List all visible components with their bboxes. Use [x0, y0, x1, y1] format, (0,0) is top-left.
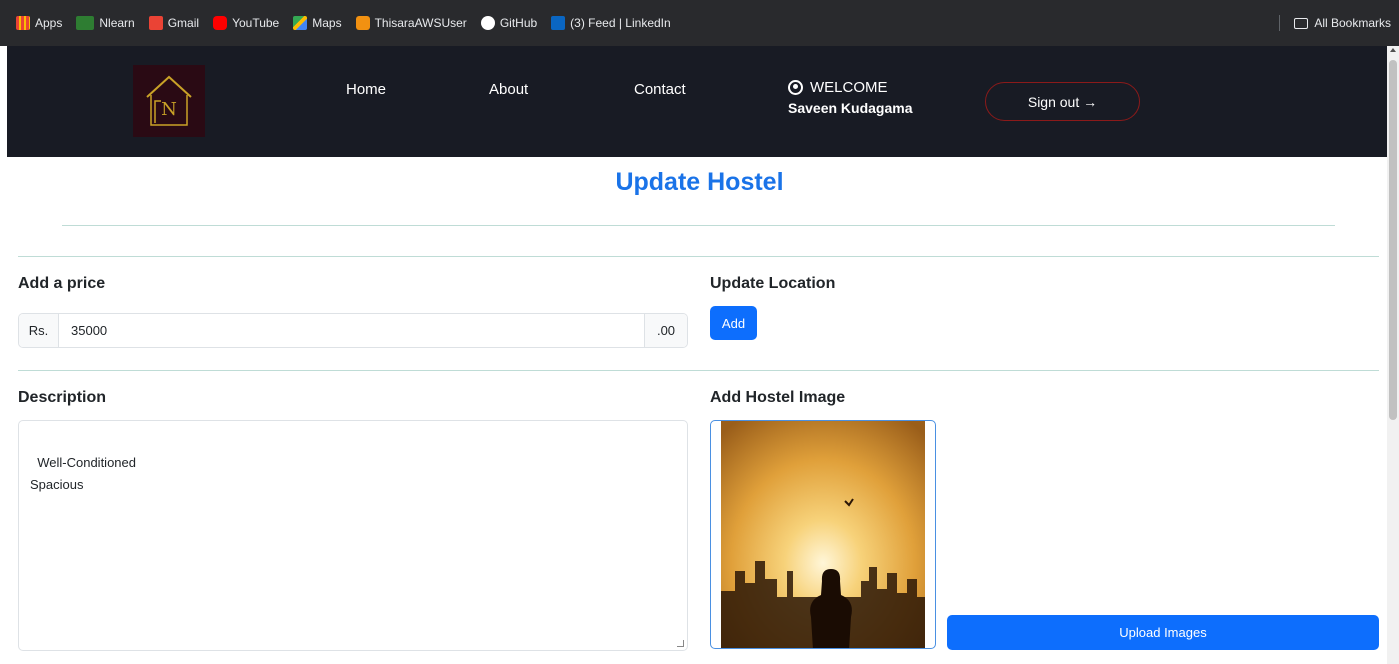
user-name: Saveen Kudagama	[788, 100, 913, 116]
welcome-text: WELCOME	[810, 79, 888, 96]
bookmark-apps[interactable]: Apps	[16, 16, 62, 30]
divider	[18, 256, 1379, 257]
bookmark-label: GitHub	[499, 16, 538, 30]
image-label: Add Hostel Image	[710, 389, 846, 406]
maps-icon	[293, 16, 308, 30]
location-label: Update Location	[710, 275, 836, 292]
bookmark-label: Maps	[312, 16, 342, 30]
page-scrollbar[interactable]	[1387, 46, 1399, 664]
sign-out-button[interactable]: Sign out →	[985, 82, 1140, 121]
bookmark-label: Gmail	[167, 16, 200, 30]
scroll-up-arrow-icon[interactable]	[1390, 48, 1396, 52]
nav-about[interactable]: About	[489, 81, 528, 98]
all-bookmarks-button[interactable]: All Bookmarks	[1294, 16, 1391, 30]
bookmark-maps[interactable]: Maps	[293, 16, 342, 30]
user-circle-icon	[788, 80, 803, 95]
resize-grip-icon[interactable]	[677, 640, 684, 647]
folder-icon	[1294, 17, 1309, 29]
bookmark-youtube[interactable]: YouTube	[213, 16, 279, 30]
linkedin-icon	[551, 16, 566, 30]
hostel-image-preview[interactable]	[710, 420, 936, 649]
bookmark-label: (3) Feed | LinkedIn	[570, 16, 671, 30]
description-label: Description	[18, 389, 107, 406]
nav-home[interactable]: Home	[346, 81, 386, 98]
house-logo-icon: N	[146, 75, 192, 126]
aws-icon	[355, 16, 370, 30]
bookmark-gmail[interactable]: Gmail	[148, 16, 200, 30]
bookmark-label: Nlearn	[99, 16, 135, 30]
nav-contact[interactable]: Contact	[634, 81, 686, 98]
divider	[1279, 15, 1281, 31]
bookmark-label: Apps	[35, 16, 63, 30]
gmail-icon	[148, 16, 163, 30]
bookmark-label: ThisaraAWSUser	[374, 16, 467, 30]
navbar: N Home About Contact WELCOME Saveen Kuda…	[7, 46, 1387, 157]
price-suffix: .00	[644, 314, 687, 347]
price-input[interactable]	[59, 314, 644, 347]
add-location-button[interactable]: Add	[710, 306, 757, 340]
logo-letter: N	[161, 99, 177, 120]
scroll-thumb[interactable]	[1389, 60, 1397, 420]
youtube-icon	[213, 16, 228, 30]
github-icon	[480, 16, 495, 30]
welcome-block: WELCOME Saveen Kudagama	[788, 79, 913, 116]
bookmark-aws[interactable]: ThisaraAWSUser	[355, 16, 467, 30]
price-label: Add a price	[18, 275, 106, 292]
apps-grid-icon	[16, 16, 30, 30]
price-input-group: Rs. .00	[18, 313, 688, 348]
site-logo[interactable]: N	[133, 65, 205, 137]
bookmark-label: YouTube	[232, 16, 280, 30]
hostel-photo	[721, 421, 925, 648]
price-prefix: Rs.	[19, 314, 59, 347]
all-bookmarks-label: All Bookmarks	[1314, 16, 1391, 30]
divider	[18, 370, 1379, 371]
bookmarks-bar: Apps Nlearn Gmail YouTube Maps ThisaraAW…	[0, 0, 1399, 46]
nlearn-icon	[76, 16, 95, 30]
bookmark-github[interactable]: GitHub	[480, 16, 538, 30]
upload-images-button[interactable]: Upload Images	[947, 615, 1379, 650]
page-title: Update Hostel	[615, 168, 784, 196]
bookmark-linkedin[interactable]: (3) Feed | LinkedIn	[551, 16, 671, 30]
divider	[62, 225, 1335, 226]
description-textarea[interactable]: Well-Conditioned Spacious	[18, 420, 688, 651]
bookmark-nlearn[interactable]: Nlearn	[76, 16, 135, 30]
description-text: Well-Conditioned Spacious	[30, 455, 136, 492]
